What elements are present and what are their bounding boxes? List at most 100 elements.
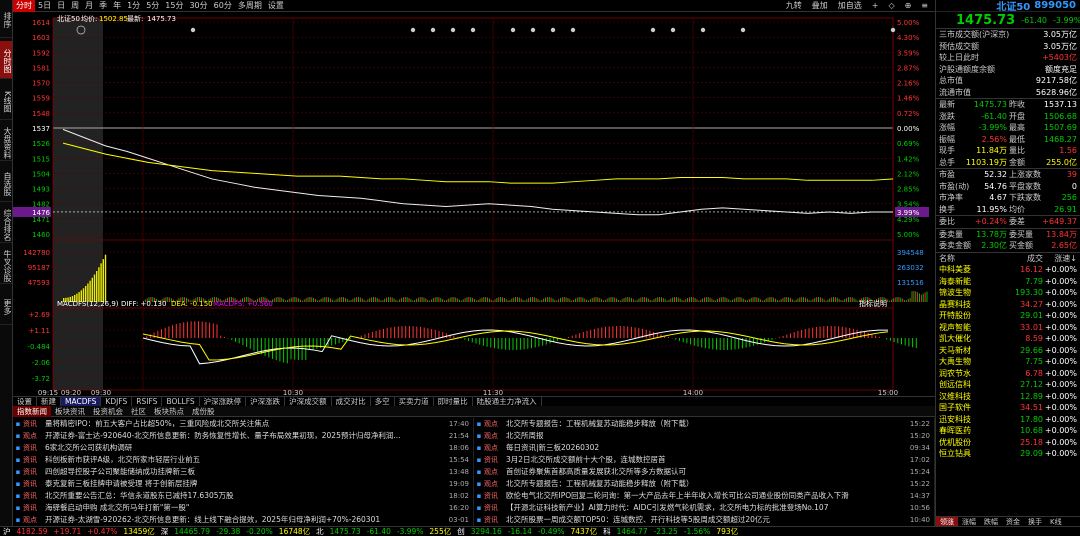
stock-row[interactable]: 凯大催化 8.59 +0.00% [936,333,1080,345]
news-item[interactable]: ▪ 观点 北交所专题报告：工程机械复苏动能稳步释放（附下载） 15:22 [474,478,934,490]
news-title[interactable]: 科创板新市获评A级，北交所家市轻居行业前五 [45,454,447,466]
period-button[interactable]: 60分 [211,0,235,12]
sidebar-item[interactable]: 排序 [0,0,12,38]
news-item[interactable]: ▪ 观点 开源证券-富士达-920640-北交所信息更新：防务恢复性增长、量子布局效… [13,430,473,442]
news-item[interactable]: ▪ 观点 每日资讯|新三板20260302 09:34 [474,442,934,454]
stock-row[interactable]: 锦波生物 193.30 +0.00% [936,287,1080,299]
stock-row[interactable]: 大禹生物 7.75 +0.00% [936,356,1080,368]
sidebar-item[interactable]: 更多 [0,287,12,325]
period-button[interactable]: 设置 [265,0,287,12]
sidebar-item[interactable]: 分时图 [0,41,12,79]
news-item[interactable]: ▪ 资讯 【开源北证科技新产业】AI算力时代：AIDC引发燃气轮机需求，北交所电力标… [474,502,934,514]
news-tab[interactable]: 成份股 [188,406,219,417]
ranking-tab[interactable]: 资金 [1002,517,1024,526]
news-item[interactable]: ▪ 资讯 海驿餐启动申购 成北交所马年打新"第一股" 16:20 [13,502,473,514]
news-title[interactable]: 北交所专题报告：工程机械复苏动能稳步释放（附下载） [506,478,908,490]
news-title[interactable]: 北交所专题报告：工程机械复苏动能稳步释放（附下载） [506,418,908,430]
sidebar-item[interactable]: 综合排名 [0,205,12,243]
intraday-chart[interactable]: 1614 5.00% 1603 4.30% 1592 3.59% 1581 2.87% 1570… [13,12,935,396]
period-button[interactable]: 日 [54,0,68,12]
period-button[interactable]: 季 [96,0,110,12]
chart-canvas[interactable]: 1614 5.00% 1603 4.30% 1592 3.59% 1581 2.87% 1570… [13,12,935,396]
ranking-tab[interactable]: 换手 [1024,517,1046,526]
news-item[interactable]: ▪ 资讯 北交所股票一周成交额TOP50：连城数控、开行科技等5股周成交额超过20亿… [474,514,934,526]
news-tab[interactable]: 板块热点 [150,406,188,417]
news-item[interactable]: ▪ 资讯 四创超导控股子公司聚能储纳成功挂牌新三板 13:48 [13,466,473,478]
stock-row[interactable]: 优机股份 25.18 +0.00% [936,437,1080,449]
header-speed[interactable]: 涨速↓ [1043,253,1077,265]
stock-row[interactable]: 创远信科 27.12 +0.00% [936,379,1080,391]
toolbar-action[interactable]: 九转 [783,0,805,12]
news-item[interactable]: ▪ 观点 北交所专题报告：工程机械复苏动能稳步释放（附下载） 15:22 [474,418,934,430]
news-title[interactable]: 6家北交所公司获机构调研 [45,442,447,454]
indicator-tab[interactable]: 多空 [371,396,395,407]
news-item[interactable]: ▪ 资讯 科创板新市获评A级，北交所家市轻居行业前五 15:54 [13,454,473,466]
indicator-tab[interactable]: 买卖力道 [395,396,434,407]
period-button[interactable]: 年 [110,0,124,12]
stock-row[interactable]: 海泰新能 7.79 +0.00% [936,276,1080,288]
news-title[interactable]: 量将精密IPO：前五大客户占比超50%，三重风险成北交所关注焦点 [45,418,447,430]
stock-row[interactable]: 润农节水 6.78 +0.00% [936,368,1080,380]
stock-row[interactable]: 汉维科技 12.89 +0.00% [936,391,1080,403]
indicator-tab[interactable]: 陆股通主力净流入 [473,396,542,407]
indicator-tab[interactable]: 成交对比 [332,396,371,407]
sidebar-item[interactable]: 牛叉诊股 [0,246,12,284]
news-title[interactable]: 北交所周报 [506,430,908,442]
news-title[interactable]: 3月2日北交所成交额前十大个股，连城数控居首 [506,454,908,466]
toolbar-action[interactable]: + [869,0,882,12]
news-item[interactable]: ▪ 资讯 3月2日北交所成交额前十大个股，连城数控居首 17:02 [474,454,934,466]
news-tab[interactable]: 指数新闻 [13,405,51,417]
period-button[interactable]: 月 [82,0,96,12]
period-button[interactable]: 多周期 [235,0,265,12]
stock-row[interactable]: 晶赛科技 34.27 +0.00% [936,299,1080,311]
period-button[interactable]: 周 [68,0,82,12]
news-title[interactable]: 【开源北证科技新产业】AI算力时代：AIDC引发燃气轮机需求，北交所电力标的批准… [506,502,908,514]
stock-row[interactable]: 迅安科技 17.80 +0.00% [936,414,1080,426]
period-button[interactable]: 5日 [35,0,54,12]
news-title[interactable]: 北交所股票一周成交额TOP50：连城数控、开行科技等5股周成交额超过20亿元 [506,514,908,526]
toolbar-action[interactable]: 加自选 [835,0,865,12]
ranking-tab[interactable]: K线 [1046,517,1066,526]
news-item[interactable]: ▪ 资讯 6家北交所公司获机构调研 18:06 [13,442,473,454]
period-button[interactable]: 分时 [13,0,35,12]
news-title[interactable]: 欧伦电气北交所IPO回复二轮问询：第一大产品去年上半年收入增长可比公司通业股份同… [506,490,908,502]
news-item[interactable]: ▪ 资讯 量将精密IPO：前五大客户占比超50%，三重风险成北交所关注焦点 17:40 [13,418,473,430]
sidebar-item[interactable]: K线图 [0,82,12,120]
toolbar-action[interactable]: ◇ [885,0,897,12]
stock-row[interactable]: 恒立钻具 29.09 +0.00% [936,448,1080,460]
period-button[interactable]: 30分 [186,0,210,12]
news-item[interactable]: ▪ 资讯 北交所重要公告汇总：华信永道股东已减持17.6305万股 18:02 [13,490,473,502]
indicator-tab[interactable]: 即时量比 [434,396,473,407]
news-title[interactable]: 北交所重要公告汇总：华信永道股东已减持17.6305万股 [45,490,447,502]
toolbar-action[interactable]: ≡ [918,0,931,12]
stock-row[interactable]: 春晖医药 10.68 +0.00% [936,425,1080,437]
news-tab[interactable]: 投资机会 [89,406,127,417]
news-title[interactable]: 开源证券-富士达-920640-北交所信息更新：防务恢复性增长、量子布局效果初现… [45,430,447,442]
news-item[interactable]: ▪ 观点 开源证券-太湖雪-920262-北交所信息更新：线上线下融合提效，2025… [13,514,473,526]
news-item[interactable]: ▪ 观点 首创证券聚焦首都高质量发展获北交所等多方数据认可 15:24 [474,466,934,478]
toolbar-action[interactable]: 叠加 [809,0,831,12]
stock-row[interactable]: 开特股份 29.01 +0.00% [936,310,1080,322]
sidebar-item[interactable]: 大盘资料 [0,123,12,161]
news-item[interactable]: ▪ 观点 北交所周报 15:20 [474,430,934,442]
ranking-tab[interactable]: 涨幅 [958,517,980,526]
news-tab[interactable]: 板块资讯 [51,406,89,417]
stock-row[interactable]: 视声智能 33.01 +0.00% [936,322,1080,334]
news-item[interactable]: ▪ 资讯 泰克复新三板挂牌申请被受理 将于创新层挂牌 19:09 [13,478,473,490]
period-button[interactable]: 5分 [143,0,162,12]
news-item[interactable]: ▪ 资讯 欧伦电气北交所IPO回复二轮问询：第一大产品去年上半年收入增长可比公司通业… [474,490,934,502]
news-title[interactable]: 开源证券-太湖雪-920262-北交所信息更新：线上线下融合提效，2025年归母… [45,514,447,526]
news-title[interactable]: 海驿餐启动申购 成北交所马年打新"第一股" [45,502,447,514]
indicator-tab[interactable]: 沪深成交额 [285,396,332,407]
period-button[interactable]: 1分 [124,0,143,12]
sidebar-item[interactable]: 自选股 [0,164,12,202]
stock-row[interactable]: 天马新材 29.66 +0.00% [936,345,1080,357]
ranking-tab[interactable]: 跌幅 [980,517,1002,526]
period-button[interactable]: 15分 [162,0,186,12]
news-title[interactable]: 泰克复新三板挂牌申请被受理 将于创新层挂牌 [45,478,447,490]
toolbar-action[interactable]: ⊕ [902,0,915,12]
ranking-tab[interactable]: 领涨 [936,517,958,526]
news-title[interactable]: 四创超导控股子公司聚能储纳成功挂牌新三板 [45,466,447,478]
stock-row[interactable]: 国子软件 34.51 +0.00% [936,402,1080,414]
stock-row[interactable]: 中科美菱 16.12 +0.00% [936,264,1080,276]
